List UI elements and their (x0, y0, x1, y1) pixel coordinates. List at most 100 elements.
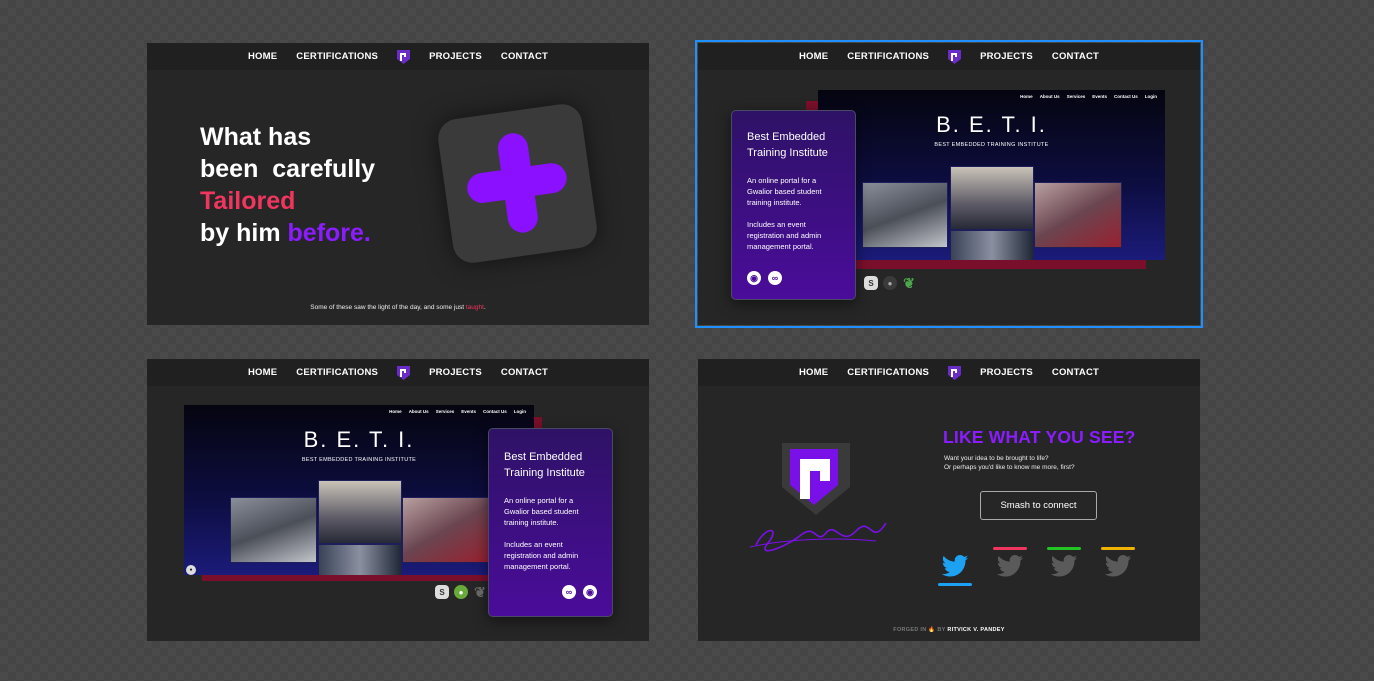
navbar: HOME CERTIFICATIONS PROJECTS CONTACT (698, 359, 1200, 386)
nav-certifications[interactable]: CERTIFICATIONS (847, 51, 929, 62)
card-title-l2: Training Institute (747, 147, 828, 159)
github-icon[interactable]: ◉ (583, 585, 597, 599)
footnote-highlight: taught (465, 304, 484, 311)
nav-projects[interactable]: PROJECTS (980, 51, 1033, 62)
nav-projects[interactable]: PROJECTS (429, 367, 482, 378)
photo-students (950, 166, 1034, 230)
nav-home[interactable]: HOME (799, 367, 828, 378)
instagram-bar (993, 547, 1027, 550)
beti-nav-home: Home (389, 409, 402, 414)
card-title-l1: Best Embedded (504, 451, 583, 463)
logo-icon[interactable] (397, 365, 411, 380)
nav-contact[interactable]: CONTACT (501, 51, 548, 62)
twitter-link[interactable] (935, 547, 973, 587)
hero-heading: What has been carefully Tailored by him … (200, 121, 375, 249)
footnote: Some of these saw the light of the day, … (147, 304, 649, 311)
nav-home[interactable]: HOME (799, 51, 828, 62)
fire-icon: 🔥 (928, 627, 936, 633)
whatsapp-link[interactable] (1044, 547, 1082, 587)
logo-icon[interactable] (397, 49, 411, 64)
instagram-icon (996, 555, 1024, 577)
hero-line4-a: by him (200, 219, 288, 247)
mongodb-icon: ❦ (903, 274, 915, 291)
card-desc-1: An online portal for a Gwalior based stu… (504, 496, 579, 527)
photo-classroom (402, 497, 490, 563)
link-icon[interactable]: ∞ (562, 585, 576, 599)
navbar: HOME CERTIFICATIONS PROJECTS CONTACT (698, 43, 1200, 70)
project-card[interactable]: Best Embedded Training Institute An onli… (488, 428, 613, 617)
footnote-end: . (483, 304, 486, 311)
email-link[interactable] (1098, 547, 1136, 587)
slide-contact: HOME CERTIFICATIONS PROJECTS CONTACT LIK… (698, 359, 1200, 641)
nav-projects[interactable]: PROJECTS (429, 51, 482, 62)
photo-group (230, 497, 317, 563)
beti-screenshot[interactable]: Home About Us Services Events Contact Us… (184, 405, 534, 575)
logo-icon[interactable] (948, 49, 962, 64)
cta-line2: Or perhaps you'd like to know me more, f… (944, 464, 1075, 471)
nav-contact[interactable]: CONTACT (1052, 367, 1099, 378)
card-icons: ∞ ◉ (562, 585, 597, 599)
beti-nav: Home About Us Services Events Contact Us… (1020, 94, 1157, 99)
link-icon[interactable]: ∞ (768, 271, 782, 285)
card-title: Best Embedded Training Institute (504, 449, 597, 481)
beti-nav-contact: Contact Us (482, 409, 507, 414)
card-icons: ◉ ∞ (747, 271, 782, 285)
slide-project-beti-b: HOME CERTIFICATIONS PROJECTS CONTACT Hom… (147, 359, 649, 641)
footnote-text: Some of these saw the light of the day, … (310, 304, 466, 311)
plus-icon (436, 102, 580, 235)
cta-line1: Want your idea to be brought to life? (944, 455, 1049, 462)
photo-group (862, 182, 948, 248)
beti-nav-contact: Contact Us (1113, 94, 1138, 99)
hero-line4-b: before. (287, 219, 371, 247)
hero-line3: Tailored (200, 187, 296, 215)
card-title: Best Embedded Training Institute (747, 129, 840, 161)
card-title-l2: Training Institute (504, 467, 585, 479)
card-desc-2: Includes an event registration and admin… (504, 540, 579, 571)
navbar: HOME CERTIFICATIONS PROJECTS CONTACT (147, 43, 649, 70)
twitter-underline (938, 583, 972, 586)
nav-home[interactable]: HOME (248, 367, 277, 378)
beti-nav-login: Login (1144, 94, 1157, 99)
twitter-icon (941, 555, 969, 577)
node-icon: ● (454, 585, 468, 599)
nav-certifications[interactable]: CERTIFICATIONS (296, 367, 378, 378)
svelte-icon: S (864, 276, 878, 290)
logo-icon[interactable] (948, 365, 962, 380)
tech-icons: S ● ❦ (864, 274, 916, 291)
beti-subtitle: BEST EMBEDDED TRAINING INSTITUTE (934, 142, 1049, 148)
beti-title: B. E. T. I. (936, 112, 1047, 137)
footer: FORGED IN 🔥 BY RITVICK V. PANDEY (698, 627, 1200, 633)
nav-projects[interactable]: PROJECTS (980, 367, 1033, 378)
footer-name: RITVICK V. PANDEY (947, 627, 1005, 633)
project-card[interactable]: Best Embedded Training Institute An onli… (731, 110, 856, 300)
card-desc-1: An online portal for a Gwalior based stu… (747, 176, 822, 207)
github-icon[interactable]: ◉ (747, 271, 761, 285)
tech-icons: S ● ❦ (435, 584, 487, 600)
cta-text: Want your idea to be brought to life? Or… (944, 454, 1075, 472)
brand-shield-icon (782, 443, 850, 515)
nav-certifications[interactable]: CERTIFICATIONS (296, 51, 378, 62)
photo-students (318, 480, 402, 544)
beti-nav-login: Login (513, 409, 526, 414)
nav-contact[interactable]: CONTACT (501, 367, 548, 378)
beti-screenshot[interactable]: Home About Us Services Events Contact Us… (818, 90, 1165, 260)
email-bar (1101, 547, 1135, 550)
beti-nav-events: Events (1092, 94, 1107, 99)
beti-badge-icon: ● (186, 565, 196, 575)
email-icon (1104, 555, 1132, 577)
slide-project-beti-a[interactable]: HOME CERTIFICATIONS PROJECTS CONTACT Hom… (695, 40, 1203, 328)
photo-lab (950, 230, 1034, 260)
signature-icon (749, 522, 887, 552)
nav-home[interactable]: HOME (248, 51, 277, 62)
beti-nav-services: Services (1066, 94, 1086, 99)
svelte-icon: S (435, 585, 449, 599)
hero-line1: What has (200, 123, 312, 151)
connect-button[interactable]: Smash to connect (980, 491, 1097, 520)
nav-contact[interactable]: CONTACT (1052, 51, 1099, 62)
photo-lab (318, 544, 402, 575)
nav-certifications[interactable]: CERTIFICATIONS (847, 367, 929, 378)
hero-line2: been carefully (200, 155, 376, 183)
instagram-link[interactable] (990, 547, 1028, 587)
beti-nav: Home About Us Services Events Contact Us… (389, 409, 526, 414)
card-desc-2: Includes an event registration and admin… (747, 220, 822, 251)
